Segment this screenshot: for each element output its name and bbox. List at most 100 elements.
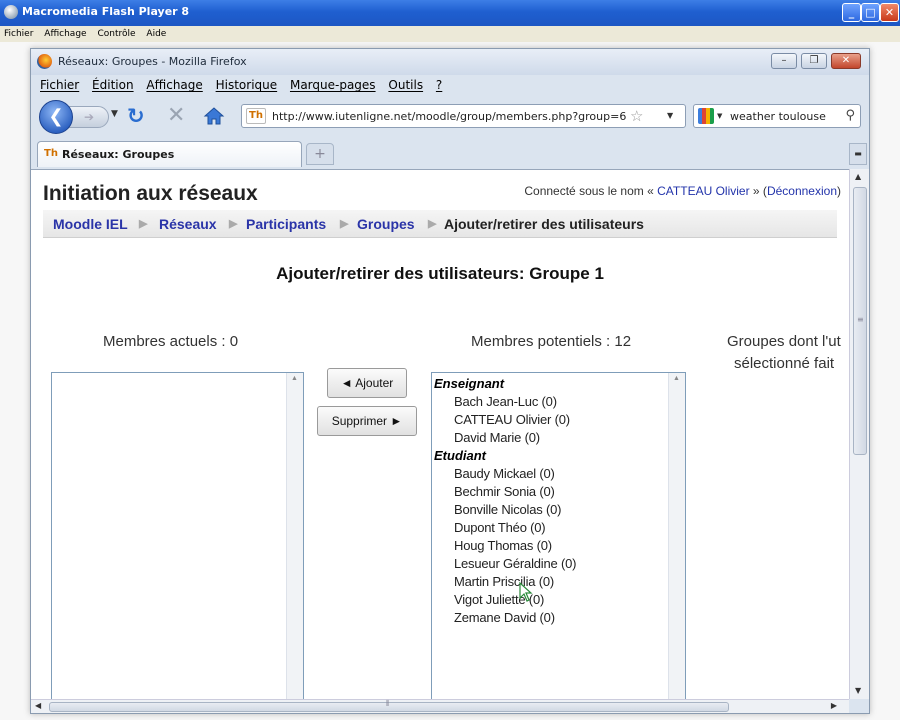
page-content: Initiation aux réseaux Connecté sous le … [31, 169, 849, 699]
scroll-down-icon[interactable]: ▼ [855, 686, 861, 695]
search-engine-dropdown-icon[interactable]: ▼ [717, 112, 722, 120]
optgroup-enseignant: Enseignant [434, 376, 505, 391]
breadcrumb-separator-icon: ▶ [139, 218, 148, 230]
list-item[interactable]: Bach Jean-Luc (0) [454, 393, 576, 411]
breadcrumb-separator-icon: ▶ [340, 218, 349, 230]
url-text[interactable]: http://www.iutenligne.net/moodle/group/m… [272, 110, 627, 123]
back-button[interactable]: ❮ [39, 100, 73, 134]
breadcrumb-participants[interactable]: Participants [246, 216, 326, 232]
course-title: Initiation aux réseaux [43, 182, 258, 205]
scroll-grip-icon: ≡ [857, 315, 864, 324]
page-title: Ajouter/retirer des utilisateurs: Groupe… [276, 264, 604, 283]
close-icon[interactable]: ✕ [880, 3, 899, 22]
list-item[interactable]: Lesueur Géraldine (0) [454, 555, 576, 573]
scroll-right-icon[interactable]: ▶ [831, 701, 837, 710]
list-item[interactable]: Vigot Juliette (0) [454, 591, 576, 609]
potential-members-list: Enseignant Bach Jean-Luc (0) CATTEAU Oli… [432, 375, 576, 627]
list-item[interactable]: Houg Thomas (0) [454, 537, 576, 555]
flash-menu-bar: Fichier Affichage Contrôle Aide [0, 26, 900, 42]
reload-icon[interactable]: ↻ [127, 104, 145, 128]
scroll-up-icon[interactable]: ▲ [673, 375, 680, 382]
breadcrumb-moodle-iel[interactable]: Moodle IEL [53, 216, 128, 232]
login-middle: » ( [752, 184, 767, 198]
firefox-restore-icon[interactable]: ❐ [801, 53, 827, 69]
firefox-menu-bar: Fichier Édition Affichage Historique Mar… [31, 75, 869, 95]
tab-bar: Th Réseaux: Groupes + ▬ [31, 141, 869, 169]
search-input[interactable]: weather toulouse [730, 110, 826, 123]
flash-window-title: Macromedia Flash Player 8 [22, 5, 190, 18]
minimize-icon[interactable]: _ [842, 3, 861, 22]
current-members-label: Membres actuels : 0 [103, 333, 239, 350]
menu-outils[interactable]: Outils [388, 75, 423, 95]
firefox-minimize-icon[interactable]: – [771, 53, 797, 69]
login-user-link[interactable]: CATTEAU Olivier [657, 184, 749, 198]
scroll-left-icon[interactable]: ◀ [35, 701, 41, 710]
list-item[interactable]: Dupont Théo (0) [454, 519, 576, 537]
flash-menu-aide[interactable]: Aide [146, 26, 166, 42]
scroll-up-icon[interactable]: ▲ [291, 375, 298, 382]
maximize-icon[interactable]: □ [861, 3, 880, 22]
menu-aide[interactable]: ? [436, 75, 442, 95]
site-favicon-icon: Th [246, 108, 266, 124]
breadcrumb-separator-icon: ▶ [229, 218, 238, 230]
url-bar[interactable]: Th http://www.iutenligne.net/moodle/grou… [241, 104, 686, 128]
list-item[interactable]: Bechmir Sonia (0) [454, 483, 576, 501]
login-suffix: ) [837, 184, 841, 198]
tab-reseaux-groupes[interactable]: Th Réseaux: Groupes [37, 141, 302, 167]
new-tab-button[interactable]: + [306, 143, 334, 165]
search-bar[interactable]: ▼ weather toulouse ⚲ [693, 104, 861, 128]
potential-members-label: Membres potentiels : 12 [471, 333, 632, 350]
flash-menu-fichier[interactable]: Fichier [4, 26, 33, 42]
optgroup-etudiant: Etudiant [434, 448, 486, 463]
page-horizontal-scrollbar[interactable]: ◀ ⦀ ▶ [31, 699, 849, 713]
menu-edition[interactable]: Édition [92, 75, 134, 95]
home-icon[interactable] [203, 105, 225, 127]
current-members-scrollbar[interactable]: ▲ [286, 373, 303, 699]
logout-link[interactable]: Déconnexion [767, 184, 837, 198]
remove-button[interactable]: Supprimer ► [317, 406, 417, 436]
list-item[interactable]: CATTEAU Olivier (0) [454, 411, 576, 429]
menu-historique[interactable]: Historique [216, 75, 278, 95]
breadcrumb: Moodle IEL ▶ Réseaux ▶ Participants ▶ Gr… [43, 210, 837, 238]
breadcrumb-separator-icon: ▶ [428, 218, 437, 230]
firefox-title-bar: Réseaux: Groupes - Mozilla Firefox – ❐ ✕ [31, 49, 869, 75]
potential-members-scrollbar[interactable]: ▲ [668, 373, 685, 699]
search-engine-icon[interactable] [698, 108, 714, 124]
scroll-grip-icon: ⦀ [386, 699, 390, 708]
flash-title-bar: Macromedia Flash Player 8 _ □ ✕ [0, 0, 900, 26]
navigation-toolbar: ➔ ❮ ▼ ↻ ✕ Th http://www.iutenligne.net/m… [31, 97, 869, 135]
list-item[interactable]: Zemane David (0) [454, 609, 576, 627]
list-item[interactable]: Baudy Mickael (0) [454, 465, 576, 483]
menu-fichier[interactable]: Fichier [40, 75, 79, 95]
url-dropdown-icon[interactable]: ▼ [667, 111, 673, 120]
search-icon[interactable]: ⚲ [845, 108, 855, 123]
stop-icon[interactable]: ✕ [167, 103, 185, 128]
current-members-select[interactable]: ▲ [51, 372, 304, 699]
forward-button[interactable]: ➔ [69, 106, 109, 128]
menu-marque-pages[interactable]: Marque-pages [290, 75, 376, 95]
scroll-up-icon[interactable]: ▲ [855, 172, 861, 181]
flash-menu-controle[interactable]: Contrôle [97, 26, 135, 42]
tab-list-icon[interactable]: ▬ [849, 143, 867, 165]
list-item[interactable]: David Marie (0) [454, 429, 576, 447]
breadcrumb-groupes[interactable]: Groupes [357, 216, 415, 232]
menu-affichage[interactable]: Affichage [146, 75, 202, 95]
bookmark-star-icon[interactable]: ☆ [630, 107, 643, 125]
firefox-close-icon[interactable]: ✕ [831, 53, 861, 69]
flash-app-icon [4, 5, 18, 19]
potential-members-select[interactable]: ▲ Enseignant Bach Jean-Luc (0) CATTEAU O… [431, 372, 686, 699]
groups-label-line1: Groupes dont l'ut [727, 333, 841, 350]
breadcrumb-current: Ajouter/retirer des utilisateurs [444, 216, 644, 232]
history-dropdown-icon[interactable]: ▼ [111, 109, 118, 119]
flash-menu-affichage[interactable]: Affichage [44, 26, 86, 42]
mouse-cursor-icon [519, 582, 533, 602]
list-item[interactable]: Bonville Nicolas (0) [454, 501, 576, 519]
login-prefix: Connecté sous le nom « [524, 184, 654, 198]
breadcrumb-reseaux[interactable]: Réseaux [159, 216, 217, 232]
firefox-window: Réseaux: Groupes - Mozilla Firefox – ❐ ✕… [30, 48, 870, 714]
login-info: Connecté sous le nom « CATTEAU Olivier »… [524, 184, 841, 198]
list-item[interactable]: Martin Priscilia (0) [454, 573, 576, 591]
add-button[interactable]: ◄ Ajouter [327, 368, 407, 398]
firefox-icon [37, 54, 52, 69]
page-vertical-scrollbar[interactable]: ▲ ≡ ▼ [849, 169, 869, 699]
